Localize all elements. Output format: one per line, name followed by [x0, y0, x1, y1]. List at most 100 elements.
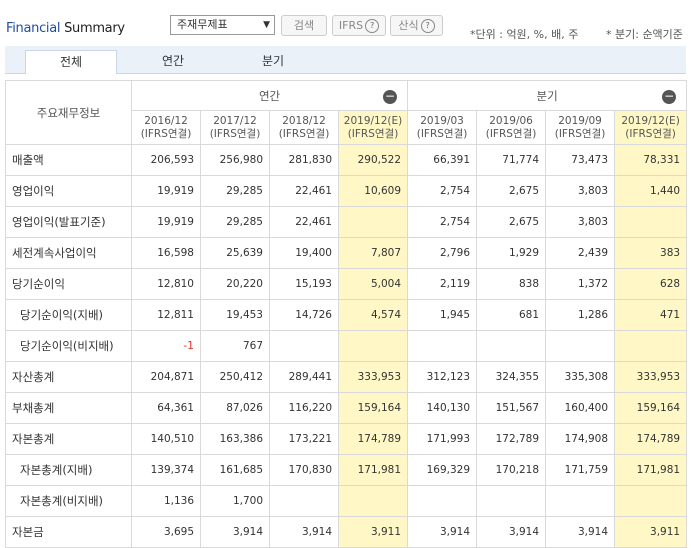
table-row: 당기순이익(지배) 12,811 19,453 14,726 4,574 1,945 681…	[5, 299, 688, 331]
table-cell: 1,372	[545, 268, 616, 300]
column-period: 2018/12	[282, 114, 326, 127]
table-cell: -1	[131, 330, 201, 362]
table-cell: 19,919	[131, 175, 201, 207]
column-basis: (IFRS연결)	[554, 127, 606, 140]
table-row: 자본총계(비지배) 1,136 1,700	[5, 485, 688, 517]
search-button[interactable]: 검색	[281, 15, 327, 36]
caret-down-icon: ▼	[263, 20, 270, 30]
table-cell: 163,386	[200, 423, 270, 455]
table-row: 자본금 3,695 3,914 3,914 3,911 3,914 3,914 3,914 3,…	[5, 516, 688, 548]
table-cell: 290,522	[337, 144, 409, 176]
column-header: 2019/12(E) (IFRS연결)	[337, 110, 409, 145]
table-cell	[269, 485, 339, 517]
table-cell	[545, 485, 616, 517]
table-cell: 2,119	[407, 268, 478, 300]
table-cell: 333,953	[614, 361, 688, 393]
row-label: 자본총계(비지배)	[5, 485, 132, 517]
table-cell	[545, 330, 616, 362]
table-cell: 160,400	[545, 392, 616, 424]
table-cell: 628	[614, 268, 688, 300]
table-cell: 838	[476, 268, 547, 300]
table-cell: 19,919	[131, 206, 201, 238]
table-cell: 171,759	[545, 454, 616, 486]
table-cell: 170,830	[269, 454, 339, 486]
tab-quarterly[interactable]: 분기	[227, 50, 319, 74]
table-cell: 5,004	[337, 268, 409, 300]
table-cell: 2,754	[407, 175, 478, 207]
statement-select[interactable]: 주재무제표 ▼	[170, 15, 275, 35]
table-cell: 3,803	[545, 206, 616, 238]
table-cell	[614, 485, 688, 517]
row-label: 영업이익	[5, 175, 132, 207]
tab-annual[interactable]: 연간	[127, 50, 219, 74]
table-cell	[407, 330, 478, 362]
table-cell	[337, 206, 409, 238]
table-cell: 1,440	[614, 175, 688, 207]
row-label: 매출액	[5, 144, 132, 176]
top-bar: Financial Summary 주재무제표 ▼ 검색 IFRS? 산식? *단…	[0, 0, 691, 44]
table-cell: 2,754	[407, 206, 478, 238]
table-cell: 12,811	[131, 299, 201, 331]
table-cell: 64,361	[131, 392, 201, 424]
column-period: 2019/03	[420, 114, 464, 127]
table-cell: 140,130	[407, 392, 478, 424]
table-cell: 161,685	[200, 454, 270, 486]
table-cell: 2,675	[476, 206, 547, 238]
table-row: 자산총계 204,871 250,412 289,441 333,953 312,123 3…	[5, 361, 688, 393]
table-cell: 10,609	[337, 175, 409, 207]
table-cell: 312,123	[407, 361, 478, 393]
table-cell: 73,473	[545, 144, 616, 176]
table-cell: 16,598	[131, 237, 201, 269]
table-cell: 171,981	[337, 454, 409, 486]
row-label: 자본금	[5, 516, 132, 548]
table-cell: 324,355	[476, 361, 547, 393]
collapse-quarter-icon[interactable]: −	[662, 90, 677, 104]
table-cell: 159,164	[337, 392, 409, 424]
table-cell: 12,810	[131, 268, 201, 300]
table-cell: 1,286	[545, 299, 616, 331]
period-note: * 분기: 순액기준	[606, 28, 683, 41]
table-cell: 333,953	[337, 361, 409, 393]
table-cell	[337, 330, 409, 362]
financial-summary-table: 주요재무정보 연간 − 분기 − 2016/12 (IFRS연결) 2017/12 (IF…	[5, 80, 688, 548]
column-basis: (IFRS연결)	[485, 127, 537, 140]
search-button-label: 검색	[293, 19, 315, 32]
row-label: 자본총계	[5, 423, 132, 455]
column-period: 2017/12	[213, 114, 257, 127]
table-cell: 3,803	[545, 175, 616, 207]
table-cell: 3,914	[200, 516, 270, 548]
table-cell: 3,911	[337, 516, 409, 548]
table-cell: 335,308	[545, 361, 616, 393]
table-cell: 159,164	[614, 392, 688, 424]
table-row: 매출액 206,593 256,980 281,830 290,522 66,391 71,…	[5, 144, 688, 176]
ifrs-help-button[interactable]: IFRS?	[332, 15, 386, 36]
table-cell: 173,221	[269, 423, 339, 455]
table-cell: 116,220	[269, 392, 339, 424]
formula-help-button[interactable]: 산식?	[390, 15, 443, 36]
column-period: 2019/12(E)	[621, 114, 680, 127]
table-cell: 139,374	[131, 454, 201, 486]
table-cell	[407, 485, 478, 517]
question-icon: ?	[420, 19, 435, 33]
column-header: 2017/12 (IFRS연결)	[200, 110, 270, 145]
column-basis: (IFRS연결)	[140, 127, 192, 140]
tab-all[interactable]: 전체	[25, 50, 117, 74]
table-cell: 22,461	[269, 206, 339, 238]
table-cell: 25,639	[200, 237, 270, 269]
column-period: 2016/12	[144, 114, 188, 127]
table-cell: 383	[614, 237, 688, 269]
column-period: 2019/06	[489, 114, 533, 127]
collapse-annual-icon[interactable]: −	[383, 90, 398, 104]
row-label: 당기순이익(지배)	[5, 299, 132, 331]
table-cell: 3,695	[131, 516, 201, 548]
column-header: 2019/09 (IFRS연결)	[545, 110, 616, 145]
table-cell: 71,774	[476, 144, 547, 176]
table-cell: 174,789	[337, 423, 409, 455]
title-financial: Financial	[6, 21, 61, 36]
quarter-header: 분기 −	[407, 80, 688, 111]
table-cell: 78,331	[614, 144, 688, 176]
table-cell: 19,453	[200, 299, 270, 331]
table-cell: 29,285	[200, 175, 270, 207]
table-cell: 172,789	[476, 423, 547, 455]
table-cell: 471	[614, 299, 688, 331]
